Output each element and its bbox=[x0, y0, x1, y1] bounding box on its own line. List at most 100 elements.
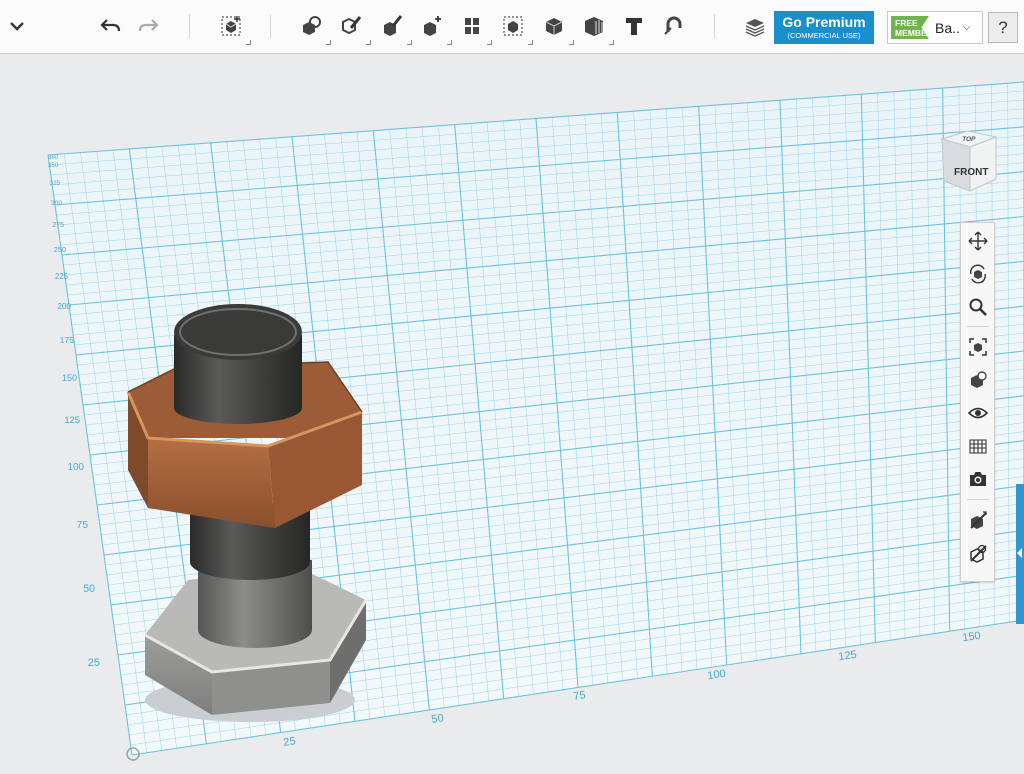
redo-button[interactable] bbox=[132, 9, 166, 43]
go-premium-button[interactable]: Go Premium (COMMERCIAL USE) bbox=[774, 11, 874, 44]
grid-icon bbox=[969, 439, 987, 454]
go-premium-subtitle: (COMMERCIAL USE) bbox=[787, 31, 861, 40]
measure-icon bbox=[545, 18, 563, 35]
scene-canvas: 25 50 75 100 125 150 175 200 225 250 275 300 325 350 3… bbox=[47, 81, 1024, 761]
axis-label: 225 bbox=[55, 272, 69, 281]
grouping-icon bbox=[465, 18, 479, 34]
material-stack-icon bbox=[745, 19, 765, 37]
axis-label: 275 bbox=[52, 222, 64, 229]
nav-divider bbox=[967, 499, 989, 500]
pan-button[interactable] bbox=[966, 229, 990, 253]
camera-icon bbox=[970, 472, 986, 486]
model-bolt-head[interactable] bbox=[174, 304, 302, 424]
snap-button[interactable] bbox=[657, 9, 691, 43]
axis-label: 100 bbox=[68, 462, 85, 473]
viewcube-top-label: TOP bbox=[962, 136, 977, 143]
flyout-indicator bbox=[447, 40, 452, 45]
viewcube-left bbox=[941, 138, 971, 192]
chevron-down-icon bbox=[10, 22, 24, 31]
axis-label: 50 bbox=[431, 712, 445, 726]
model-bolt[interactable] bbox=[190, 505, 312, 648]
bolt-top-cap bbox=[174, 304, 302, 360]
modify-button[interactable] bbox=[375, 9, 412, 45]
chevron-down-icon: ⌵ bbox=[962, 22, 971, 33]
main-toolbar: Go Premium (COMMERCIAL USE) FREE MEMBER … bbox=[0, 0, 1024, 54]
app-menu-button[interactable] bbox=[0, 9, 34, 43]
visibility-icon bbox=[968, 407, 988, 419]
grouping-button[interactable] bbox=[455, 9, 492, 45]
measure-button[interactable] bbox=[537, 9, 574, 45]
fit-button[interactable] bbox=[966, 335, 990, 359]
view-mode-button[interactable] bbox=[966, 368, 990, 392]
viewcube-front-label: FRONT bbox=[954, 167, 988, 178]
axis-label: 300 bbox=[51, 200, 62, 207]
axis-label: 25 bbox=[283, 735, 297, 749]
axis-label: 200 bbox=[57, 302, 71, 311]
axis-label: 150 bbox=[62, 373, 77, 383]
viewcube[interactable]: TOP FRONT bbox=[938, 129, 998, 193]
text-button[interactable] bbox=[577, 9, 614, 45]
materials-icon bbox=[970, 544, 987, 563]
construct-button[interactable] bbox=[334, 9, 371, 45]
pattern-button[interactable] bbox=[415, 9, 452, 45]
camera-button[interactable] bbox=[966, 467, 990, 491]
construct-icon bbox=[342, 16, 362, 35]
fit-icon bbox=[969, 338, 987, 356]
axis-label: 360 bbox=[48, 155, 59, 161]
axis-label: 125 bbox=[838, 649, 858, 663]
axis-label: 350 bbox=[48, 163, 59, 169]
sketch-icon bbox=[303, 16, 321, 35]
badge-line-1: FREE bbox=[895, 18, 918, 28]
3d-viewport[interactable]: 25 50 75 100 125 150 175 200 225 250 275 300 325 350 3… bbox=[0, 54, 1024, 774]
toolbar-divider bbox=[189, 14, 190, 38]
grid-button[interactable] bbox=[966, 434, 990, 458]
visibility-button[interactable] bbox=[966, 401, 990, 425]
free-member-badge: FREE MEMBER bbox=[891, 16, 929, 39]
materials-button[interactable] bbox=[966, 541, 990, 565]
flyout-indicator bbox=[407, 40, 412, 45]
orbit-button[interactable] bbox=[966, 262, 990, 286]
zoom-button[interactable] bbox=[966, 295, 990, 319]
axis-label: 100 bbox=[707, 668, 727, 682]
pattern-icon bbox=[424, 16, 441, 36]
flyout-indicator bbox=[366, 40, 371, 45]
redo-icon bbox=[138, 19, 159, 32]
account-name: Ba.. bbox=[935, 19, 960, 36]
material-button[interactable] bbox=[738, 9, 772, 43]
flyout-indicator bbox=[528, 40, 533, 45]
toolbar-divider bbox=[714, 14, 715, 38]
pan-icon bbox=[968, 231, 988, 251]
toolbar-divider bbox=[270, 14, 271, 38]
axis-label: 250 bbox=[54, 245, 66, 254]
flyout-indicator bbox=[326, 40, 331, 45]
combine-icon bbox=[503, 16, 523, 36]
axis-label: 75 bbox=[77, 520, 89, 531]
combine-button[interactable] bbox=[496, 9, 533, 45]
snap-icon bbox=[664, 16, 682, 35]
sketch-button[interactable] bbox=[294, 9, 331, 45]
side-panel-toggle[interactable] bbox=[1016, 484, 1024, 624]
material-icon bbox=[585, 17, 603, 36]
flyout-indicator bbox=[246, 40, 251, 45]
modify-icon bbox=[384, 15, 403, 36]
account-menu[interactable]: FREE MEMBER Ba.. ⌵ bbox=[887, 11, 983, 44]
undo-icon bbox=[100, 19, 121, 32]
axis-label: 125 bbox=[64, 414, 80, 425]
primitives-button[interactable] bbox=[214, 9, 251, 45]
axis-label: 50 bbox=[83, 583, 95, 595]
text-icon bbox=[626, 18, 642, 35]
flyout-indicator bbox=[487, 40, 492, 45]
badge-line-2: MEMBER bbox=[895, 28, 933, 38]
axis-label: 75 bbox=[573, 689, 587, 703]
hide-button[interactable] bbox=[966, 508, 990, 532]
undo-button[interactable] bbox=[93, 9, 127, 43]
primitives-icon bbox=[221, 16, 241, 36]
help-button[interactable]: ? bbox=[988, 12, 1018, 43]
go-premium-title: Go Premium bbox=[782, 14, 866, 30]
nav-divider bbox=[967, 326, 989, 327]
axis-label: 25 bbox=[88, 657, 100, 669]
text-tool-button[interactable] bbox=[617, 9, 651, 43]
navigation-panel bbox=[960, 222, 995, 582]
viewcube-front bbox=[969, 136, 997, 192]
orbit-icon bbox=[970, 264, 986, 284]
